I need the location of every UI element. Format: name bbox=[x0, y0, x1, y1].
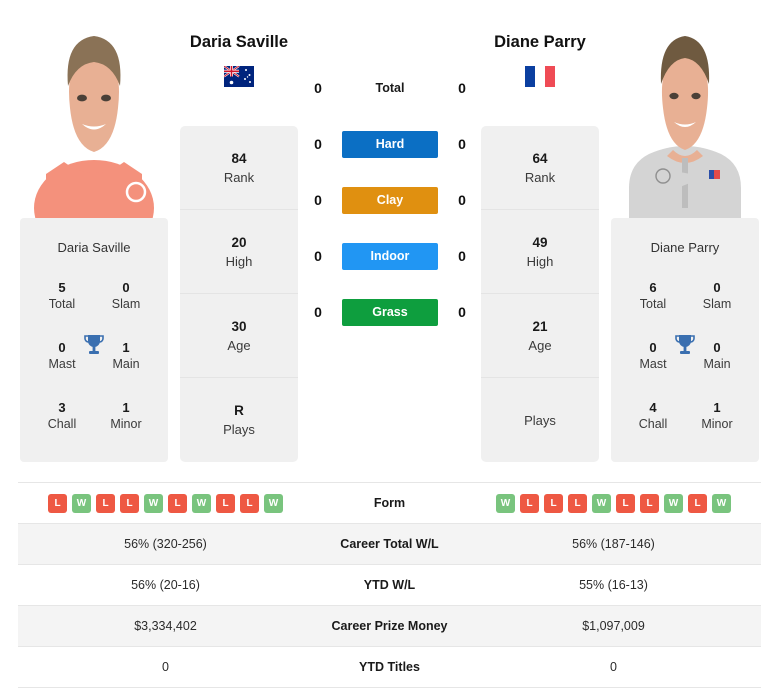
titles-slam: 0 Slam bbox=[111, 280, 141, 311]
h2h-left-score: 0 bbox=[314, 304, 322, 320]
form-badge-loss: L bbox=[120, 493, 139, 513]
titles-chall: 3 Chall bbox=[47, 400, 77, 431]
titles-slam: 0 Slam bbox=[702, 280, 732, 311]
player-right-photo bbox=[611, 12, 759, 218]
player-right-name: Diane Parry bbox=[494, 33, 586, 51]
titles-chall: 4 Chall bbox=[638, 400, 668, 431]
vitals-high: 20 High bbox=[180, 210, 298, 294]
surface-badge-hard[interactable]: Hard bbox=[342, 130, 438, 158]
form-badge-loss: L bbox=[48, 493, 67, 513]
form-badge-loss: L bbox=[568, 493, 587, 513]
player-right-nameplate-name: Diane Parry bbox=[650, 240, 720, 255]
h2h-left-score: 0 bbox=[314, 248, 322, 264]
titles-total: 5 Total bbox=[48, 280, 76, 311]
h2h-right-score: 0 bbox=[458, 192, 466, 208]
player-left-vitals: 84 Rank 20 High 30 Age R Plays bbox=[180, 126, 298, 462]
player-left-photo-panel: Daria Saville 5 Total 0 Slam 0 Mast 1 Ma… bbox=[20, 12, 168, 462]
player-left-photo bbox=[20, 12, 168, 218]
form-right: WLLLWLLWLW bbox=[466, 493, 761, 513]
vitals-plays: Plays bbox=[524, 412, 556, 428]
h2h-right-score: 0 bbox=[458, 80, 466, 96]
vitals-rank: 84 Rank bbox=[180, 126, 298, 210]
h2h-right-score: 0 bbox=[458, 248, 466, 264]
player-right-nameplate: Diane Parry 6 Total 0 Slam 0 Mast 0 Main… bbox=[611, 218, 759, 462]
form-badge-win: W bbox=[192, 493, 211, 513]
stat-left-value: $3,334,402 bbox=[134, 619, 197, 633]
form-badge-loss: L bbox=[688, 493, 707, 513]
stat-right-value: $1,097,009 bbox=[582, 619, 645, 633]
trophy-icon bbox=[672, 332, 698, 358]
form-badge-loss: L bbox=[216, 493, 235, 513]
table-row: 56% (320-256) Career Total W/L 56% (187-… bbox=[18, 524, 761, 565]
stat-left-value: 56% (20-16) bbox=[131, 578, 200, 592]
surface-badge-clay[interactable]: Clay bbox=[342, 186, 438, 214]
stat-label: Form bbox=[373, 496, 406, 510]
table-row: $3,334,402 Career Prize Money $1,097,009 bbox=[18, 606, 761, 647]
form-badge-win: W bbox=[144, 493, 163, 513]
player-left-nameplate: Daria Saville 5 Total 0 Slam 0 Mast 1 Ma… bbox=[20, 218, 168, 462]
form-badge-loss: L bbox=[640, 493, 659, 513]
australia-flag bbox=[223, 65, 254, 87]
h2h-label-total: Total bbox=[375, 81, 405, 95]
table-row: 0 YTD Titles 0 bbox=[18, 647, 761, 688]
stat-right-value: 56% (187-146) bbox=[572, 537, 655, 551]
h2h-right-score: 0 bbox=[458, 136, 466, 152]
stat-label: YTD W/L bbox=[363, 578, 416, 592]
trophy-icon bbox=[81, 332, 107, 358]
player-right-titles: 6 Total 0 Slam 0 Mast 0 Main 4 Chall 1 M… bbox=[611, 279, 759, 433]
surface-badge-grass[interactable]: Grass bbox=[342, 298, 438, 326]
player-left-name: Daria Saville bbox=[189, 33, 289, 51]
form-badge-win: W bbox=[496, 493, 515, 513]
form-left: LWLLWLWLLW bbox=[18, 493, 313, 513]
form-badge-loss: L bbox=[616, 493, 635, 513]
head-to-head-column: 0 Total 0 0 Hard 0 0 Clay 0 0 Indoor 0 0… bbox=[305, 60, 475, 340]
form-badge-win: W bbox=[72, 493, 91, 513]
h2h-left-score: 0 bbox=[314, 136, 322, 152]
form-badge-win: W bbox=[264, 493, 283, 513]
stat-label: YTD Titles bbox=[359, 660, 420, 674]
stat-left-value: 0 bbox=[162, 660, 169, 674]
h2h-row-grass: 0 Grass 0 bbox=[305, 284, 475, 340]
form-badge-win: W bbox=[592, 493, 611, 513]
h2h-left-score: 0 bbox=[314, 80, 322, 96]
form-badge-loss: L bbox=[168, 493, 187, 513]
titles-minor: 1 Minor bbox=[701, 400, 733, 431]
titles-total: 6 Total bbox=[639, 280, 667, 311]
h2h-row-clay: 0 Clay 0 bbox=[305, 172, 475, 228]
player-left-titles: 5 Total 0 Slam 0 Mast 1 Main 3 Chall 1 M… bbox=[20, 279, 168, 433]
france-flag bbox=[525, 66, 555, 87]
player-right-photo-panel: Diane Parry 6 Total 0 Slam 0 Mast 0 Main… bbox=[611, 12, 759, 462]
form-badge-loss: L bbox=[240, 493, 259, 513]
h2h-comparison-page: Daria Saville 5 Total 0 Slam 0 Mast 1 Ma… bbox=[0, 0, 779, 699]
stat-left-value: 56% (320-256) bbox=[124, 537, 207, 551]
player-right-vitals: 64 Rank 49 High 21 Age Plays bbox=[481, 126, 599, 462]
table-row: 56% (20-16) YTD W/L 55% (16-13) bbox=[18, 565, 761, 606]
vitals-high: 49 High bbox=[481, 210, 599, 294]
table-row: LWLLWLWLLW Form WLLLWLLWLW bbox=[18, 483, 761, 524]
form-badge-win: W bbox=[664, 493, 683, 513]
h2h-row-hard: 0 Hard 0 bbox=[305, 116, 475, 172]
vitals-rank: 64 Rank bbox=[481, 126, 599, 210]
surface-badge-indoor[interactable]: Indoor bbox=[342, 242, 438, 270]
stats-table: LWLLWLWLLW Form WLLLWLLWLW 56% (320-256)… bbox=[18, 482, 761, 688]
vitals-plays: R Plays bbox=[223, 403, 255, 437]
stat-right-value: 55% (16-13) bbox=[579, 578, 648, 592]
titles-minor: 1 Minor bbox=[110, 400, 142, 431]
vitals-age: 30 Age bbox=[180, 294, 298, 378]
form-badge-win: W bbox=[712, 493, 731, 513]
h2h-left-score: 0 bbox=[314, 192, 322, 208]
h2h-row-total: 0 Total 0 bbox=[305, 60, 475, 116]
player-left-nameplate-name: Daria Saville bbox=[57, 240, 131, 255]
stat-label: Career Total W/L bbox=[340, 537, 439, 551]
h2h-row-indoor: 0 Indoor 0 bbox=[305, 228, 475, 284]
h2h-right-score: 0 bbox=[458, 304, 466, 320]
form-badge-loss: L bbox=[520, 493, 539, 513]
form-badge-loss: L bbox=[96, 493, 115, 513]
stat-right-value: 0 bbox=[610, 660, 617, 674]
form-badge-loss: L bbox=[544, 493, 563, 513]
vitals-age: 21 Age bbox=[481, 294, 599, 378]
stat-label: Career Prize Money bbox=[331, 619, 448, 633]
